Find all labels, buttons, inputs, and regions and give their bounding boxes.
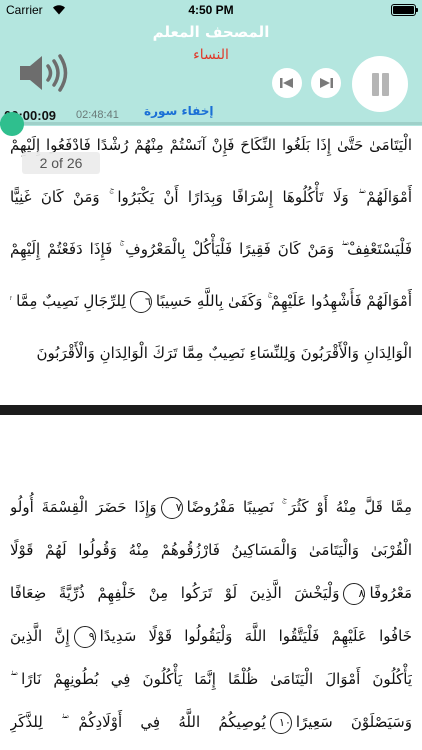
ayah-number-marker: ٩	[73, 625, 96, 648]
mushaf-page-bottom[interactable]: مِمَّا قَلَّ مِنْهُ أَوْ كَثُرَ ۚ نَصِيب…	[0, 488, 422, 750]
ayah-text: يَأْكُلُونَ أَمْوَالَ الْيَتَامَىٰ ظُلْم…	[10, 670, 412, 688]
ayah-line[interactable]: أَمْوَالَهُمْ فَأَشْهِدُوا عَلَيْهِمْ ۚ …	[10, 282, 412, 320]
ayah-text: وَسَيَصْلَوْنَ سَعِيرًا	[295, 713, 412, 731]
ayah-text: أَمْوَالَهُمْ فَأَشْهِدُوا عَلَيْهِمْ ۚ …	[155, 292, 412, 310]
ayah-text: مِمَّا قَلَّ مِنْهُ أَوْ كَثُرَ ۚ نَصِيب…	[186, 498, 412, 516]
next-button[interactable]	[311, 68, 341, 98]
battery-icon	[391, 4, 418, 16]
progress-track[interactable]	[0, 122, 422, 125]
ayah-text: مَعْرُوفًا	[369, 584, 412, 602]
ayah-line[interactable]: مَعْرُوفًا٨وَلْيَخْشَ الَّذِينَ لَوْ تَر…	[10, 574, 412, 612]
ayah-text: لِلرِّجَالِ نَصِيبٌ مِمَّا تَرَكَ	[10, 292, 126, 310]
ayah-number-marker: ١٠	[269, 711, 292, 734]
ayah-line[interactable]: أَمْوَالَهُمْ ۖ وَلَا تَأْكُلُوهَا إِسْر…	[10, 178, 412, 216]
ayah-text: يُوصِيكُمُ اللَّهُ فِي أَوْلَادِكُمْ ۖ ل…	[10, 713, 266, 731]
ayah-text: إِنَّ الَّذِينَ	[10, 627, 70, 645]
ayah-text: أَمْوَالَهُمْ ۖ وَلَا تَأْكُلُوهَا إِسْر…	[10, 188, 412, 206]
previous-icon	[280, 78, 293, 88]
hide-surah-button[interactable]: إخفاء سورة	[144, 104, 214, 118]
ayah-text: فَلْيَسْتَعْفِفْ ۖ وَمَنْ كَانَ فَقِيرًا…	[10, 240, 412, 258]
ayah-text: الْقُرْبَىٰ وَالْيَتَامَىٰ وَالْمَسَاكِي…	[10, 541, 412, 559]
ayah-line[interactable]: وَسَيَصْلَوْنَ سَعِيرًا١٠يُوصِيكُمُ اللَ…	[10, 703, 412, 741]
ayah-line[interactable]: خَافُوا عَلَيْهِمْ فَلْيَتَّقُوا اللَّهَ…	[10, 617, 412, 655]
previous-button[interactable]	[272, 68, 302, 98]
pause-icon	[372, 73, 379, 96]
volume-icon	[20, 54, 68, 92]
total-time: 02:48:41	[76, 109, 119, 121]
ayah-number-marker: ٨	[343, 582, 366, 605]
ayah-line[interactable]: الْوَالِدَانِ وَالْأَقْرَبُونَ وَلِلنِّس…	[10, 334, 412, 372]
ayah-line[interactable]: الْقُرْبَىٰ وَالْيَتَامَىٰ وَالْمَسَاكِي…	[10, 531, 412, 569]
ayah-line[interactable]: يَأْكُلُونَ أَمْوَالَ الْيَتَامَىٰ ظُلْم…	[10, 660, 412, 698]
ayah-number-marker: ٦	[129, 290, 152, 313]
ayah-line[interactable]: مِمَّا قَلَّ مِنْهُ أَوْ كَثُرَ ۚ نَصِيب…	[10, 488, 412, 526]
next-icon	[320, 78, 333, 88]
ayah-text: وَلْيَخْشَ الَّذِينَ لَوْ تَرَكُوا مِنْ …	[10, 584, 340, 602]
audio-player: المصحف المعلم النساء 00:00:09 02:48:41 إ…	[0, 20, 422, 136]
ayah-number-marker: ٧	[160, 496, 183, 519]
status-bar: Carrier 4:50 PM	[0, 0, 422, 20]
volume-button[interactable]	[16, 52, 72, 94]
ayah-text: الْوَالِدَانِ وَالْأَقْرَبُونَ وَلِلنِّس…	[36, 344, 412, 362]
app-title: المصحف المعلم	[152, 23, 270, 41]
page-separator	[0, 405, 422, 415]
ayah-line[interactable]: فَلْيَسْتَعْفِفْ ۖ وَمَنْ كَانَ فَقِيرًا…	[10, 230, 412, 268]
page-counter: 2 of 26	[22, 152, 100, 174]
ayah-text: خَافُوا عَلَيْهِمْ فَلْيَتَّقُوا اللَّهَ…	[99, 627, 412, 645]
pause-button[interactable]	[352, 56, 408, 112]
ayah-text: وَإِذَا حَضَرَ الْقِسْمَةَ أُولُو	[10, 498, 157, 516]
status-time: 4:50 PM	[188, 3, 234, 17]
